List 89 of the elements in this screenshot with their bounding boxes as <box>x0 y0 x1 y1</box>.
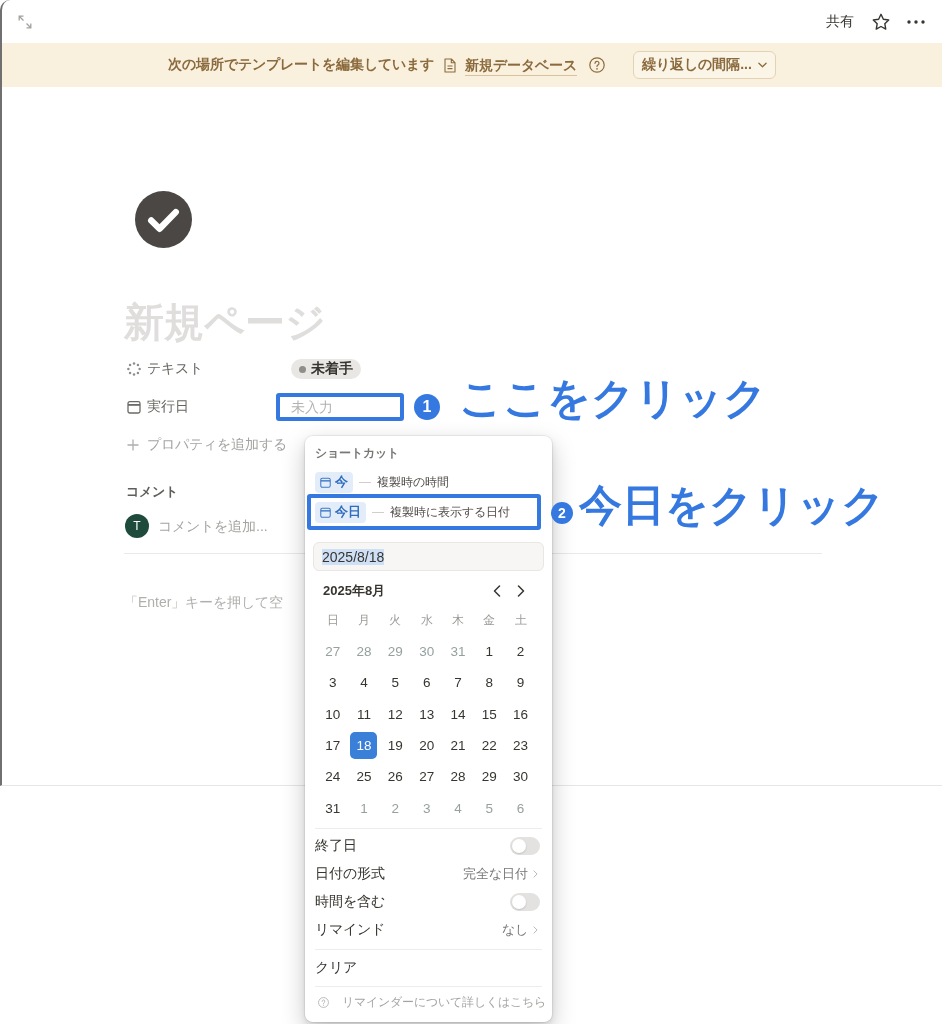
property-label: 実行日 <box>147 398 189 416</box>
help-icon <box>318 997 329 1009</box>
document-icon <box>444 57 457 73</box>
month-label: 2025年8月 <box>323 582 387 600</box>
calendar-day[interactable]: 19 <box>381 731 409 759</box>
comment-input[interactable]: コメントを追加... <box>158 518 288 534</box>
calendar-day[interactable]: 25 <box>350 763 378 791</box>
chevron-right-icon <box>533 925 538 934</box>
calendar-day[interactable]: 9 <box>507 669 535 697</box>
calendar-day[interactable]: 1 <box>475 638 503 665</box>
shortcut-description: 複製時の時間 <box>377 474 449 490</box>
calendar-day[interactable]: 15 <box>475 700 503 728</box>
calendar-day[interactable]: 20 <box>413 731 441 759</box>
setting-value: 完全な日付 <box>463 864 528 883</box>
toggle-switch[interactable] <box>510 836 540 855</box>
calendar-day[interactable]: 7 <box>444 669 472 697</box>
separator-dash: — <box>359 475 371 489</box>
calendar-day[interactable]: 6 <box>413 669 441 697</box>
status-tag[interactable]: 未着手 <box>291 359 361 379</box>
caret-down-icon <box>757 62 767 68</box>
setting-label: 時間を含む <box>315 892 385 911</box>
calendar-day[interactable]: 17 <box>319 731 347 759</box>
calendar-day[interactable]: 13 <box>413 700 441 728</box>
date-input[interactable]: 未入力 <box>276 393 404 421</box>
setting-label: 終了日 <box>315 836 357 855</box>
calendar-day[interactable]: 12 <box>381 700 409 728</box>
weekday-label: 金 <box>483 611 496 629</box>
shortcuts-heading: ショートカット <box>315 445 399 462</box>
property-label: テキスト <box>147 360 203 378</box>
date-field[interactable]: 2025/8/18 <box>313 542 544 571</box>
share-button[interactable]: 共有 <box>820 9 860 34</box>
chevron-left-icon[interactable] <box>493 585 501 597</box>
calendar-day[interactable]: 4 <box>350 669 378 697</box>
star-icon[interactable] <box>872 12 890 31</box>
comments-heading: コメント <box>125 483 178 501</box>
calendar-icon <box>127 400 141 414</box>
dotted-circle-icon <box>127 362 141 376</box>
calendar-day[interactable]: 23 <box>507 731 535 759</box>
shortcut-chip[interactable]: 今 <box>315 471 353 493</box>
calendar-day[interactable]: 30 <box>507 763 535 791</box>
user-avatar: T <box>125 514 149 538</box>
status-dot-icon <box>299 365 306 373</box>
banner-text: 次の場所でテンプレートを編集しています <box>168 56 435 74</box>
calendar-day[interactable]: 26 <box>381 763 409 791</box>
calendar-icon <box>320 506 331 518</box>
calendar-day[interactable]: 28 <box>444 763 472 791</box>
step-number: 1 <box>414 394 440 420</box>
interval-dropdown[interactable]: 繰り返しの間隔... <box>633 51 776 79</box>
weekday-label: 日 <box>326 611 339 629</box>
setting-value: なし <box>502 920 528 939</box>
calendar-day[interactable]: 11 <box>350 700 378 728</box>
calendar-day[interactable]: 27 <box>413 763 441 791</box>
calendar-day[interactable]: 2 <box>507 638 535 665</box>
calendar-day[interactable]: 5 <box>381 669 409 697</box>
plus-icon <box>127 439 139 451</box>
shortcut-description: 複製時に表示する日付 <box>390 504 510 520</box>
calendar-day[interactable]: 10 <box>319 700 347 728</box>
block-input[interactable]: 「Enter」キーを押して空 <box>124 590 298 614</box>
calendar-day[interactable]: 31 <box>319 794 347 822</box>
setting-label: 日付の形式 <box>315 864 385 883</box>
expand-icon[interactable] <box>18 14 32 29</box>
calendar-day[interactable]: 16 <box>507 700 535 728</box>
database-link[interactable]: 新規データベース <box>465 54 578 76</box>
calendar-day[interactable]: 24 <box>319 763 347 791</box>
more-icon[interactable] <box>907 19 925 24</box>
weekday-label: 月 <box>358 611 370 629</box>
separator-dash: — <box>372 505 384 519</box>
calendar-icon <box>320 476 331 488</box>
calendar-day[interactable]: 29 <box>475 763 503 791</box>
setting-label: リマインド <box>315 920 385 939</box>
shortcut-chip[interactable]: 今日 <box>315 501 366 523</box>
calendar-day[interactable]: 3 <box>319 669 347 697</box>
calendar-day[interactable]: 22 <box>475 731 503 759</box>
help-icon[interactable] <box>589 57 606 73</box>
calendar-day[interactable]: 21 <box>444 731 472 759</box>
clear-button[interactable]: クリア <box>315 953 357 982</box>
weekday-label: 水 <box>420 611 433 629</box>
check-circle-icon <box>135 191 192 248</box>
weekday-label: 火 <box>389 611 402 629</box>
weekday-label: 土 <box>514 611 527 629</box>
annotation-text: 今日をクリック <box>579 484 885 527</box>
chevron-right-icon <box>533 869 538 878</box>
annotation-text: ここをクリック <box>459 376 767 420</box>
calendar-day[interactable]: 18 <box>350 731 378 759</box>
chevron-right-icon[interactable] <box>517 585 525 597</box>
calendar-day[interactable]: 8 <box>475 669 503 697</box>
calendar-day[interactable]: 14 <box>444 700 472 728</box>
toggle-switch[interactable] <box>510 892 540 911</box>
weekday-label: 木 <box>451 611 464 629</box>
